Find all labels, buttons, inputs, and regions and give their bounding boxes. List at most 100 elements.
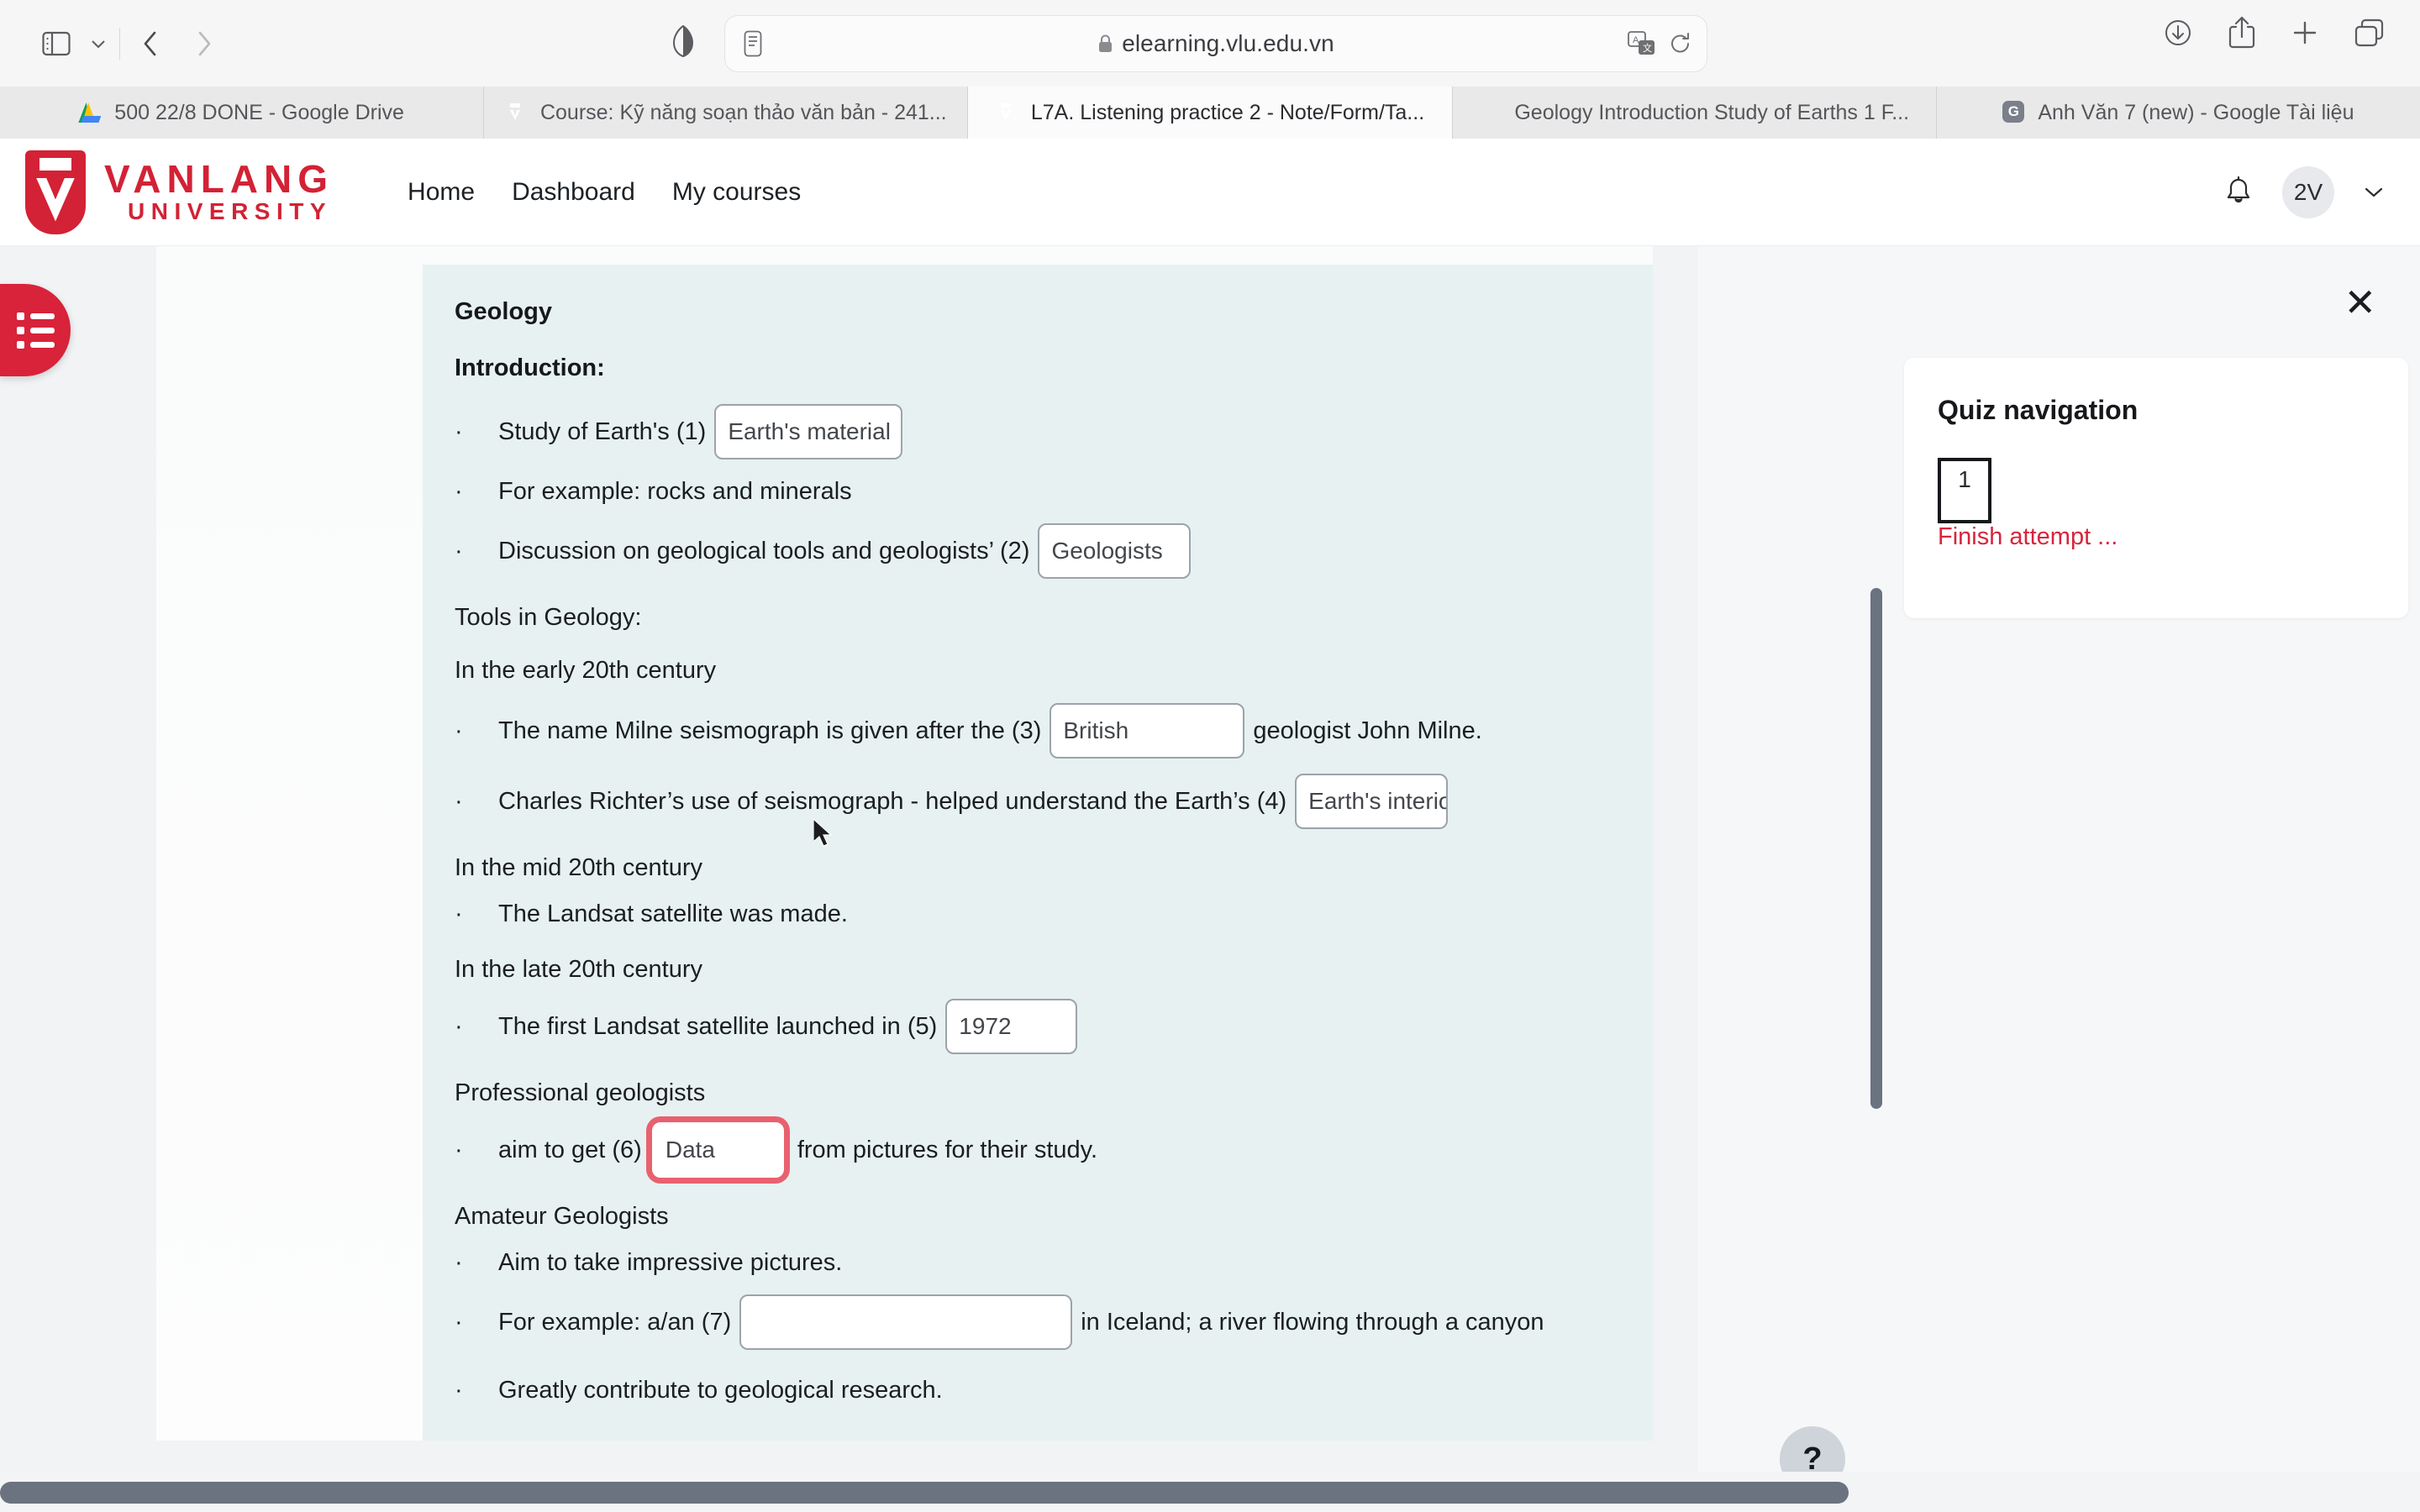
question-number-button[interactable]: 1 xyxy=(1938,458,1991,523)
quiz-navigation-panel: ✕ Quiz navigation 1 Finish attempt ... xyxy=(1697,246,2420,1473)
tab-title: L7A. Listening practice 2 - Note/Form/Ta… xyxy=(1030,100,1425,124)
browser-tab[interactable]: Course: Kỹ năng soạn thảo văn bản - 241.… xyxy=(484,87,969,139)
line-text-before: For example: rocks and minerals xyxy=(498,477,852,505)
answer-field-2[interactable]: Geologists xyxy=(1038,523,1192,579)
bullet-marker: · xyxy=(455,1136,463,1163)
line-text-before: aim to get (6) xyxy=(498,1136,642,1163)
quiz-line: · Discussion on geological tools and geo… xyxy=(455,523,1653,579)
answer-field-4[interactable]: Earth's interior xyxy=(1295,774,1449,829)
line-text-before: Greatly contribute to geological researc… xyxy=(498,1376,943,1404)
back-icon[interactable] xyxy=(125,18,177,70)
quiz-section-mid-heading: In the mid 20th century xyxy=(455,854,702,881)
browser-toolbar: elearning.vlu.edu.vn A 文 xyxy=(0,0,2420,87)
sidebar-icon[interactable] xyxy=(30,18,82,70)
line-text-after: from pictures for their study. xyxy=(797,1136,1098,1163)
browser-tab[interactable]: Geology Introduction Study of Earths 1 F… xyxy=(1452,87,1937,139)
bullet-marker: · xyxy=(455,900,463,927)
vertical-scrollbar-thumb[interactable] xyxy=(1870,588,1882,1109)
new-tab-icon[interactable] xyxy=(2289,17,2321,49)
bullet-marker: · xyxy=(455,1248,463,1276)
bullet-marker: · xyxy=(455,1012,463,1040)
reload-icon[interactable] xyxy=(1670,32,1691,55)
bullet-marker: · xyxy=(455,537,463,564)
user-avatar[interactable]: 2V xyxy=(2282,165,2334,218)
lock-icon xyxy=(1097,34,1113,54)
logo-primary-text: VANLANG xyxy=(104,156,334,201)
close-icon[interactable]: ✕ xyxy=(2344,283,2376,322)
horizontal-scrollbar-thumb[interactable] xyxy=(0,1482,1849,1504)
quiz-section-late-heading: In the late 20th century xyxy=(455,956,703,983)
course-index-list-icon xyxy=(16,312,55,349)
quiz-line: · For example: a/an (7) in Iceland; a ri… xyxy=(455,1294,1653,1350)
url-text: elearning.vlu.edu.vn xyxy=(1122,30,1334,56)
quiz-section-early-heading: In the early 20th century xyxy=(455,657,717,684)
chevron-down-icon[interactable] xyxy=(2363,185,2385,200)
answer-field-5[interactable]: 1972 xyxy=(945,999,1078,1054)
bullet-marker: · xyxy=(455,787,463,815)
quiz-section-professional-heading: Professional geologists xyxy=(455,1079,706,1106)
header-right-group: 2V xyxy=(2223,165,2385,218)
finish-attempt-link[interactable]: Finish attempt ... xyxy=(1938,523,2118,550)
answer-field-3[interactable]: British xyxy=(1050,703,1245,759)
nav-item-my-courses[interactable]: My courses xyxy=(672,178,801,207)
tab-title: Course: Kỹ năng soạn thảo văn bản - 241.… xyxy=(539,100,947,124)
quiz-intro-heading: Introduction: xyxy=(455,354,605,381)
quiz-question-body: Geology Introduction: · Study of Earth's… xyxy=(423,265,1653,1441)
quiz-line: · Charles Richter’s use of seismograph -… xyxy=(455,774,1653,829)
reader-view-icon[interactable] xyxy=(744,30,762,57)
line-text-before: Study of Earth's (1) xyxy=(498,417,707,445)
browser-tab[interactable]: 500 22/8 DONE - Google Drive xyxy=(0,87,485,139)
quiz-line: · Aim to take impressive pictures. xyxy=(455,1246,1653,1279)
answer-field-7[interactable] xyxy=(739,1294,1073,1350)
svg-text:文: 文 xyxy=(1643,42,1652,54)
google-drive-icon xyxy=(78,101,103,124)
downloads-icon[interactable] xyxy=(2161,16,2195,50)
quiz-line: · Greatly contribute to geological resea… xyxy=(455,1373,1653,1407)
quiz-navigation-card: Quiz navigation 1 Finish attempt ... xyxy=(1904,358,2408,618)
bullet-marker: · xyxy=(455,417,463,445)
privacy-shield-icon[interactable] xyxy=(672,25,694,57)
toolbar-right-group xyxy=(2161,15,2386,50)
bullet-marker: · xyxy=(455,717,463,744)
answer-field-1[interactable]: Earth's material xyxy=(714,404,903,459)
quiz-section-tools-heading: Tools in Geology: xyxy=(455,604,642,631)
svg-text:A: A xyxy=(1633,35,1639,45)
course-index-drawer-toggle[interactable] xyxy=(0,284,71,376)
google-docs-icon: G xyxy=(2002,101,2025,123)
tab-overview-icon[interactable] xyxy=(2353,17,2386,49)
quiz-content-card: Geology Introduction: · Study of Earth's… xyxy=(156,246,1653,1441)
tab-title: Anh Văn 7 (new) - Google Tài liệu xyxy=(2038,100,2354,124)
notification-bell-icon[interactable] xyxy=(2223,176,2254,209)
line-text-after: geologist John Milne. xyxy=(1253,717,1482,744)
main-navigation: Home Dashboard My courses xyxy=(408,178,801,207)
translate-icon[interactable]: A 文 xyxy=(1628,31,1656,56)
quiz-section-amateur-heading: Amateur Geologists xyxy=(455,1203,669,1230)
address-bar[interactable]: elearning.vlu.edu.vn A 文 xyxy=(724,15,1707,72)
vanlang-university-logo[interactable]: VANLANG UNIVERSITY xyxy=(25,150,334,234)
quiz-line: · Study of Earth's (1) Earth's material xyxy=(455,404,1653,459)
toolbar-left-group xyxy=(0,18,229,70)
line-text-before: The first Landsat satellite launched in … xyxy=(498,1012,938,1040)
browser-tab-active[interactable]: L7A. Listening practice 2 - Note/Form/Ta… xyxy=(968,87,1453,139)
logo-secondary-text: UNIVERSITY xyxy=(128,197,333,224)
share-icon[interactable] xyxy=(2227,15,2257,50)
bullet-marker: · xyxy=(455,1376,463,1404)
forward-icon[interactable] xyxy=(177,18,229,70)
quiz-line: · aim to get (6) Data from pictures for … xyxy=(455,1122,1653,1178)
browser-tab-bar: 500 22/8 DONE - Google Drive Course: Kỹ … xyxy=(0,87,2420,139)
quiz-title: Geology xyxy=(455,298,553,325)
nav-item-home[interactable]: Home xyxy=(408,178,475,207)
tab-title: Geology Introduction Study of Earths 1 F… xyxy=(1514,100,1910,124)
page-body: Geology Introduction: · Study of Earth's… xyxy=(0,246,2420,1473)
sidebar-dropdown-icon[interactable] xyxy=(82,18,114,70)
bullet-marker: · xyxy=(455,1308,463,1336)
quiz-line: · The name Milne seismograph is given af… xyxy=(455,703,1653,759)
quiz-line: · The Landsat satellite was made. xyxy=(455,897,1653,931)
nav-item-dashboard[interactable]: Dashboard xyxy=(512,178,635,207)
quiz-line: · For example: rocks and minerals xyxy=(455,475,1653,508)
browser-tab[interactable]: G Anh Văn 7 (new) - Google Tài liệu xyxy=(1936,87,2420,139)
answer-field-6[interactable]: Data xyxy=(651,1122,784,1178)
bullet-marker: · xyxy=(455,477,463,505)
toolbar-divider xyxy=(119,27,120,60)
line-text-before: The Landsat satellite was made. xyxy=(498,900,848,927)
